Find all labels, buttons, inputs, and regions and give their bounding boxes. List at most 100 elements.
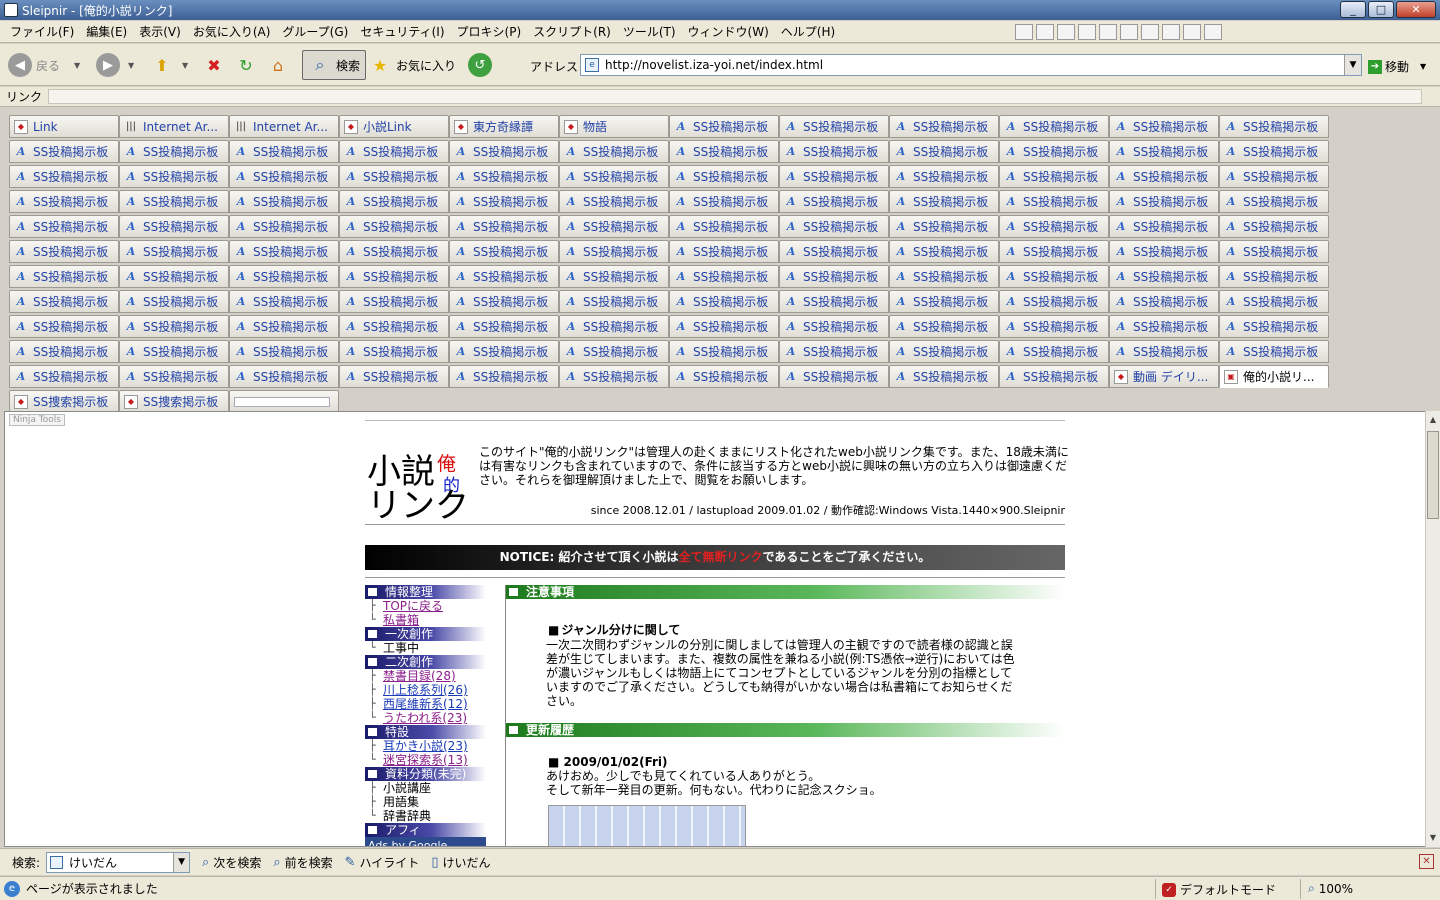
menu-item[interactable]: スクリプト(R): [527, 23, 617, 40]
tile-icon[interactable]: [1120, 24, 1138, 40]
browser-tab[interactable]: ◆ 物語: [559, 115, 669, 138]
sidebar-item[interactable]: 禁書目録(28): [365, 669, 486, 683]
browser-tab[interactable]: A SS投稿掲示板: [1109, 315, 1219, 338]
menu-item[interactable]: お気に入り(A): [187, 23, 277, 40]
browser-tab[interactable]: A SS投稿掲示板: [1219, 165, 1329, 188]
browser-tab[interactable]: A SS投稿掲示板: [1109, 115, 1219, 138]
sidebar-item[interactable]: 西尾維新系(12): [365, 697, 486, 711]
browser-tab[interactable]: A SS投稿掲示板: [9, 265, 119, 288]
browser-tab[interactable]: A SS投稿掲示板: [889, 140, 999, 163]
browser-tab[interactable]: ◆ SS捜索掲示板: [119, 390, 229, 413]
browser-tab[interactable]: A SS投稿掲示板: [669, 365, 779, 388]
scroll-down-icon[interactable]: ▼: [1427, 831, 1439, 845]
browser-tab[interactable]: A SS投稿掲示板: [889, 115, 999, 138]
browser-tab[interactable]: A SS投稿掲示板: [119, 140, 229, 163]
browser-tab[interactable]: A SS投稿掲示板: [999, 215, 1109, 238]
browser-tab[interactable]: A SS投稿掲示板: [1219, 290, 1329, 313]
menu-item[interactable]: 編集(E): [80, 23, 133, 40]
browser-tab[interactable]: A SS投稿掲示板: [999, 115, 1109, 138]
browser-tab[interactable]: A SS投稿掲示板: [449, 140, 559, 163]
browser-tab[interactable]: A SS投稿掲示板: [669, 190, 779, 213]
browser-tab[interactable]: A SS投稿掲示板: [9, 140, 119, 163]
browser-tab[interactable]: A SS投稿掲示板: [559, 240, 669, 263]
stop-button[interactable]: ✖: [202, 50, 226, 80]
browser-tab[interactable]: A SS投稿掲示板: [1109, 240, 1219, 263]
browser-tab[interactable]: A SS投稿掲示板: [449, 165, 559, 188]
browser-tab[interactable]: A SS投稿掲示板: [999, 340, 1109, 363]
back-button[interactable]: ◀ 戻る ▼: [8, 50, 80, 80]
find-dropdown[interactable]: ▼: [173, 852, 190, 872]
browser-tab[interactable]: A SS投稿掲示板: [779, 140, 889, 163]
print-icon[interactable]: [1078, 24, 1096, 40]
browser-tab[interactable]: A SS投稿掲示板: [779, 240, 889, 263]
browser-tab[interactable]: A SS投稿掲示板: [779, 165, 889, 188]
browser-tab[interactable]: A SS投稿掲示板: [1109, 340, 1219, 363]
sidebar-item[interactable]: 耳かき小説(23): [365, 739, 486, 753]
maximize-button[interactable]: □: [1368, 1, 1394, 18]
browser-tab[interactable]: A SS投稿掲示板: [559, 140, 669, 163]
browser-tab[interactable]: A SS投稿掲示板: [339, 265, 449, 288]
browser-tab[interactable]: A SS投稿掲示板: [559, 190, 669, 213]
upload-icon[interactable]: [1057, 24, 1075, 40]
ads-box[interactable]: Ads by Google: [365, 837, 486, 846]
browser-tab[interactable]: A SS投稿掲示板: [1219, 140, 1329, 163]
browser-tab[interactable]: A SS投稿掲示板: [229, 165, 339, 188]
browser-tab[interactable]: A SS投稿掲示板: [229, 365, 339, 388]
browser-tab[interactable]: A SS投稿掲示板: [9, 365, 119, 388]
browser-tab[interactable]: A SS投稿掲示板: [9, 290, 119, 313]
browser-tab[interactable]: A SS投稿掲示板: [1219, 190, 1329, 213]
browser-tab[interactable]: A SS投稿掲示板: [339, 140, 449, 163]
browser-tab[interactable]: A SS投稿掲示板: [119, 190, 229, 213]
sidebar-link[interactable]: 川上稔系列(26): [383, 683, 468, 697]
browser-tab[interactable]: A SS投稿掲示板: [889, 240, 999, 263]
browser-tab[interactable]: ◆ Link: [9, 115, 119, 138]
browser-tab[interactable]: A SS投稿掲示板: [229, 140, 339, 163]
browser-tab[interactable]: A SS投稿掲示板: [669, 240, 779, 263]
page-icon[interactable]: [1036, 24, 1054, 40]
address-url[interactable]: http://novelist.iza-yoi.net/index.html: [605, 58, 823, 72]
browser-tab[interactable]: A SS投稿掲示板: [229, 315, 339, 338]
sidebar-link[interactable]: 迷宮探索系(13): [383, 753, 468, 767]
window-icon[interactable]: [1099, 24, 1117, 40]
find-input[interactable]: けいだん ▼: [46, 851, 191, 873]
browser-tab[interactable]: A SS投稿掲示板: [1219, 240, 1329, 263]
browser-tab[interactable]: A SS投稿掲示板: [449, 290, 559, 313]
search-button[interactable]: ⌕ 検索: [302, 50, 367, 80]
browser-tab[interactable]: A SS投稿掲示板: [449, 215, 559, 238]
browser-tab[interactable]: A SS投稿掲示板: [229, 340, 339, 363]
browser-tab[interactable]: A SS投稿掲示板: [449, 365, 559, 388]
browser-tab[interactable]: A SS投稿掲示板: [669, 165, 779, 188]
menu-item[interactable]: グループ(G): [276, 23, 354, 40]
browser-tab[interactable]: A SS投稿掲示板: [9, 215, 119, 238]
browser-tab[interactable]: A SS投稿掲示板: [1219, 115, 1329, 138]
browser-tab[interactable]: A SS投稿掲示板: [999, 165, 1109, 188]
browser-tab[interactable]: A SS投稿掲示板: [9, 190, 119, 213]
browser-tab[interactable]: A SS投稿掲示板: [339, 240, 449, 263]
browser-tab[interactable]: ||| Internet Ar...: [229, 115, 339, 138]
browser-tab[interactable]: A SS投稿掲示板: [999, 240, 1109, 263]
browser-tab[interactable]: A SS投稿掲示板: [889, 265, 999, 288]
browser-tab[interactable]: A SS投稿掲示板: [1109, 265, 1219, 288]
browser-tab[interactable]: A SS投稿掲示板: [669, 315, 779, 338]
loading-tab[interactable]: [229, 390, 339, 413]
browser-tab[interactable]: A SS投稿掲示板: [339, 215, 449, 238]
browser-tab[interactable]: ◆ 東方奇縁譚: [449, 115, 559, 138]
browser-tab[interactable]: A SS投稿掲示板: [1109, 190, 1219, 213]
links-field[interactable]: [48, 89, 1422, 104]
browser-tab[interactable]: A SS投稿掲示板: [449, 340, 559, 363]
browser-tab[interactable]: A SS投稿掲示板: [889, 290, 999, 313]
reload-button[interactable]: ↻: [234, 50, 258, 80]
screenshot-thumbnail[interactable]: [548, 805, 746, 846]
browser-tab[interactable]: A SS投稿掲示板: [1219, 215, 1329, 238]
browser-tab[interactable]: A SS投稿掲示板: [1109, 215, 1219, 238]
browser-tab[interactable]: A SS投稿掲示板: [779, 340, 889, 363]
menu-item[interactable]: ファイル(F): [4, 23, 80, 40]
browser-tab[interactable]: A SS投稿掲示板: [889, 190, 999, 213]
browser-tab[interactable]: A SS投稿掲示板: [889, 340, 999, 363]
browser-tab[interactable]: A SS投稿掲示板: [339, 365, 449, 388]
browser-tab[interactable]: A SS投稿掲示板: [339, 190, 449, 213]
browser-tab[interactable]: A SS投稿掲示板: [119, 290, 229, 313]
browser-tab[interactable]: A SS投稿掲示板: [889, 365, 999, 388]
chevron-down-icon[interactable]: ▼: [74, 61, 80, 70]
highlight-button[interactable]: ✎ ハイライト: [345, 854, 420, 871]
